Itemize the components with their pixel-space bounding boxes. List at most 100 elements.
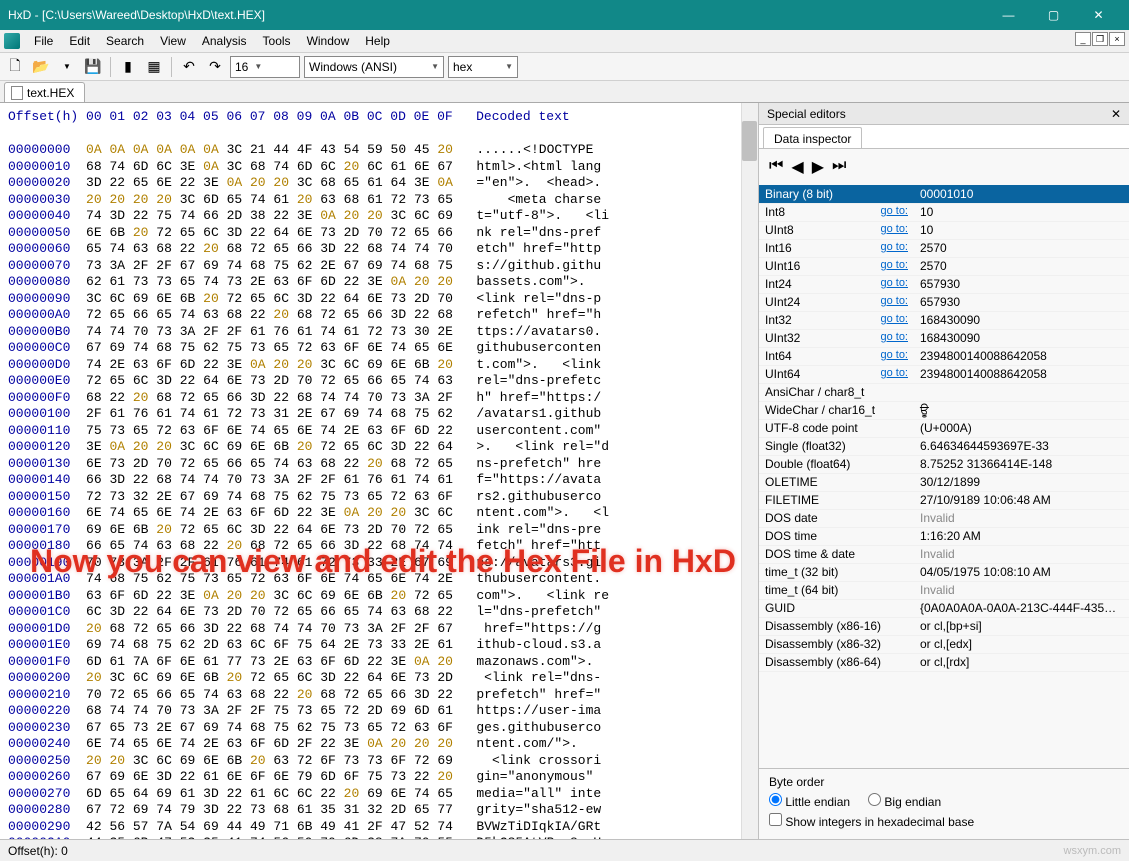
inspector-row[interactable]: Disassembly (x86-64)or cl,[rdx] (759, 653, 1129, 671)
inspector-row[interactable]: UInt8go to:10 (759, 221, 1129, 239)
goto-link[interactable]: go to: (880, 295, 908, 307)
chevron-down-icon: ▼ (431, 62, 439, 71)
inspector-row[interactable]: Single (float32) 6.64634644593697E-33 (759, 437, 1129, 455)
inspector-value: 6.64634644593697E-33 (920, 439, 1049, 453)
big-endian-radio[interactable]: Big endian (868, 793, 941, 809)
goto-link[interactable]: go to: (880, 277, 908, 289)
goto-link[interactable]: go to: (880, 223, 908, 235)
goto-link[interactable]: go to: (880, 349, 908, 361)
menu-analysis[interactable]: Analysis (194, 31, 255, 51)
open-dropdown-icon[interactable]: ▼ (56, 56, 78, 78)
inspector-label: DOS date (765, 511, 818, 525)
document-tab[interactable]: text.HEX (4, 82, 85, 102)
inspector-row[interactable]: Double (float64)8.75252 31366414E-148 (759, 455, 1129, 473)
inspector-row[interactable]: UTF-8 code point (U+000A) (759, 419, 1129, 437)
goto-link[interactable]: go to: (880, 205, 908, 217)
menu-help[interactable]: Help (357, 31, 398, 51)
bytes-per-row-combo[interactable]: 16 ▼ (230, 56, 300, 78)
new-file-icon[interactable]: 🗋 (4, 56, 26, 78)
inspector-label: Disassembly (x86-64) (765, 655, 881, 669)
save-icon[interactable]: 💾 (82, 56, 104, 78)
first-icon[interactable]: ⏮ (769, 157, 783, 177)
base-combo[interactable]: hex ▼ (448, 56, 518, 78)
inspector-row[interactable]: UInt32go to:168430090 (759, 329, 1129, 347)
inspector-row[interactable]: Disassembly (x86-16)or cl,[bp+si] (759, 617, 1129, 635)
inspector-row[interactable]: UInt64go to:2394800140088642058 (759, 365, 1129, 383)
inspector-row[interactable]: FILETIME27/10/9189 10:06:48 AM (759, 491, 1129, 509)
annotation-text: Now you can view and edit the Hex File i… (30, 543, 736, 580)
inspector-label: Int8 (765, 205, 785, 219)
goto-link[interactable]: go to: (880, 367, 908, 379)
open-file-icon[interactable]: 📂 (30, 56, 52, 78)
chevron-down-icon: ▼ (505, 62, 513, 71)
toolbar: 🗋 📂 ▼ 💾 ▮ ▦ ↶ ↷ 16 ▼ Windows (ANSI) ▼ he… (0, 53, 1129, 81)
little-endian-radio[interactable]: Little endian (769, 793, 850, 809)
byte-order-label: Byte order (769, 775, 1119, 789)
inspector-label: time_t (64 bit) (765, 583, 838, 597)
goto-link[interactable]: go to: (880, 259, 908, 271)
inspector-label: Disassembly (x86-16) (765, 619, 881, 633)
goto-link[interactable]: go to: (880, 331, 908, 343)
redo-icon[interactable]: ↷ (204, 56, 226, 78)
inspector-value: 1:16:20 AM (920, 529, 981, 543)
inspector-row[interactable]: DOS time1:16:20 AM (759, 527, 1129, 545)
ram-icon[interactable]: ▦ (143, 56, 165, 78)
inspector-row[interactable]: Int8go to:10 (759, 203, 1129, 221)
tab-label: text.HEX (27, 86, 74, 100)
hex-editor[interactable]: Offset(h) 00 01 02 03 04 05 06 07 08 09 … (0, 103, 758, 839)
inspector-row[interactable]: UInt16go to:2570 (759, 257, 1129, 275)
disk-icon[interactable]: ▮ (117, 56, 139, 78)
inspector-row[interactable]: Int24go to:657930 (759, 275, 1129, 293)
inspector-row[interactable]: GUID{0A0A0A0A-0A0A-213C-444F-435… (759, 599, 1129, 617)
goto-link[interactable]: go to: (880, 313, 908, 325)
inspector-value: 2570 (920, 259, 947, 273)
inspector-row[interactable]: UInt24go to:657930 (759, 293, 1129, 311)
menu-file[interactable]: File (26, 31, 61, 51)
close-button[interactable]: ✕ (1076, 0, 1121, 30)
menu-tools[interactable]: Tools (255, 31, 299, 51)
maximize-button[interactable]: ▢ (1031, 0, 1076, 30)
inspector-row[interactable]: time_t (64 bit)Invalid (759, 581, 1129, 599)
inspector-row[interactable]: Int32go to:168430090 (759, 311, 1129, 329)
prev-icon[interactable]: ◀ (791, 157, 803, 177)
separator (171, 57, 172, 77)
hex-base-checkbox[interactable]: Show integers in hexadecimal base (769, 813, 974, 829)
inspector-label: FILETIME (765, 493, 819, 507)
menu-window[interactable]: Window (299, 31, 358, 51)
inspector-value: 8.75252 31366414E-148 (920, 457, 1052, 471)
menu-search[interactable]: Search (98, 31, 152, 51)
mdi-close-button[interactable]: × (1109, 32, 1125, 46)
inspector-value: 10 (920, 223, 933, 237)
inspector-row[interactable]: OLETIME30/12/1899 (759, 473, 1129, 491)
inspector-row[interactable]: time_t (32 bit)04/05/1975 10:08:10 AM (759, 563, 1129, 581)
separator (110, 57, 111, 77)
inspector-label: Int16 (765, 241, 792, 255)
side-close-icon[interactable]: ✕ (1111, 107, 1121, 121)
next-icon[interactable]: ▶ (812, 157, 824, 177)
inspector-row[interactable]: Disassembly (x86-32)or cl,[edx] (759, 635, 1129, 653)
inspector-table[interactable]: Binary (8 bit)00001010Int8go to:10UInt8g… (759, 185, 1129, 672)
inspector-row[interactable]: DOS dateInvalid (759, 509, 1129, 527)
mdi-minimize-button[interactable]: _ (1075, 32, 1091, 46)
mdi-restore-button[interactable]: ❐ (1092, 32, 1108, 46)
inspector-value: 00001010 (920, 187, 973, 201)
menu-edit[interactable]: Edit (61, 31, 98, 51)
inspector-row[interactable]: AnsiChar / char8_t (759, 383, 1129, 401)
inspector-row[interactable]: DOS time & dateInvalid (759, 545, 1129, 563)
inspector-row[interactable]: Int64go to:2394800140088642058 (759, 347, 1129, 365)
inspector-row[interactable]: WideChar / char16_tਊ (759, 401, 1129, 419)
side-tab-data-inspector[interactable]: Data inspector (763, 127, 862, 148)
inspector-row[interactable]: Binary (8 bit)00001010 (759, 185, 1129, 203)
inspector-row[interactable]: Int16go to:2570 (759, 239, 1129, 257)
inspector-value: 2394800140088642058 (920, 367, 1047, 381)
menu-view[interactable]: View (152, 31, 194, 51)
last-icon[interactable]: ⏭ (832, 157, 846, 177)
goto-link[interactable]: go to: (880, 241, 908, 253)
document-tabs: text.HEX (0, 81, 1129, 103)
window-title: HxD - [C:\Users\Wareed\Desktop\HxD\text.… (8, 8, 986, 22)
inspector-label: Single (float32) (765, 439, 846, 453)
minimize-button[interactable]: — (986, 0, 1031, 30)
side-panel-title: Special editors (767, 107, 846, 121)
undo-icon[interactable]: ↶ (178, 56, 200, 78)
charset-combo[interactable]: Windows (ANSI) ▼ (304, 56, 444, 78)
